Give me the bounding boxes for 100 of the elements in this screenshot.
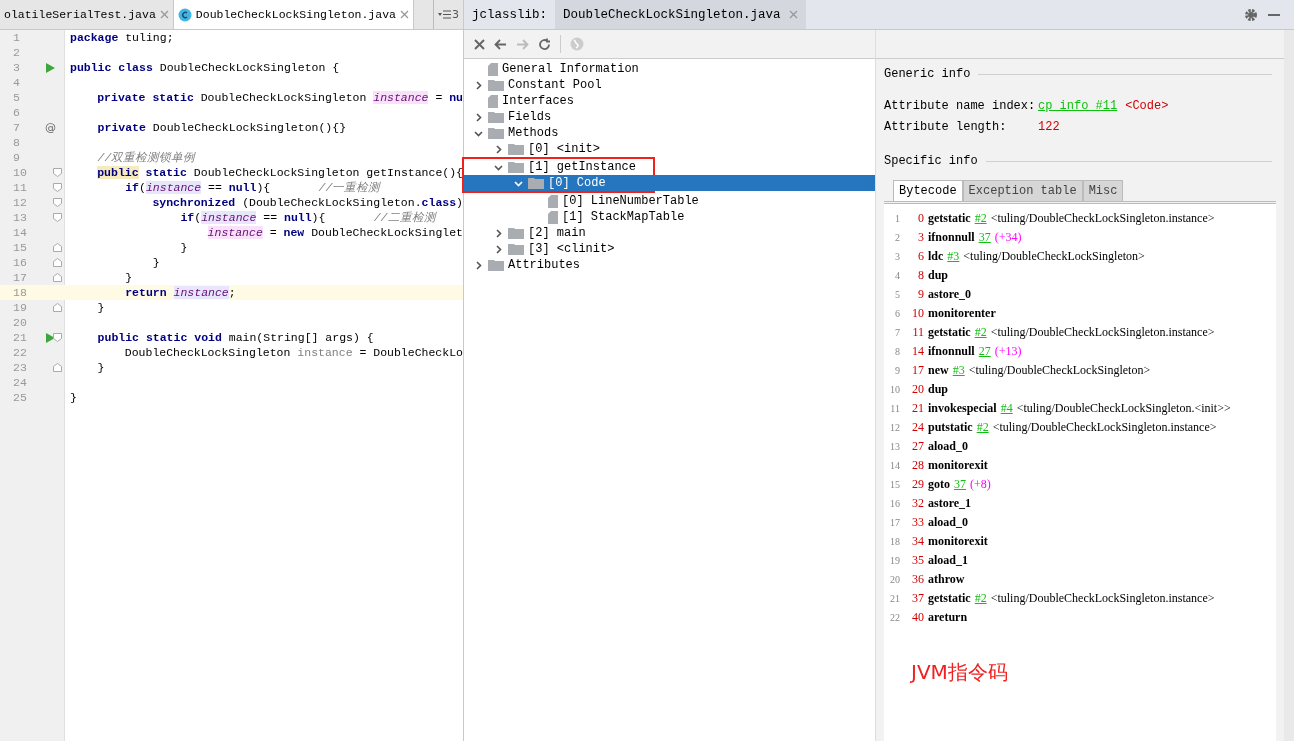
- opcode: monitorenter: [928, 306, 996, 321]
- opcode: getstatic: [928, 325, 971, 340]
- fold-close-icon[interactable]: [53, 303, 62, 312]
- line-number: 18: [889, 536, 900, 547]
- tree-item[interactable]: [1] getInstance: [464, 159, 653, 175]
- minimize-icon[interactable]: [1268, 13, 1280, 16]
- tree-item[interactable]: Attributes: [464, 257, 875, 273]
- run-icon[interactable]: [46, 62, 55, 73]
- chevron-down-icon[interactable]: [473, 128, 483, 138]
- opcode: new: [928, 363, 949, 378]
- line-number: 4: [894, 270, 900, 281]
- line-number: 11: [12, 180, 28, 195]
- list-icon: [438, 10, 451, 19]
- opcode: astore_1: [928, 496, 972, 511]
- tree-item[interactable]: [0] Code: [464, 175, 875, 191]
- chevron-right-icon[interactable]: [473, 260, 483, 270]
- folder-icon: [508, 243, 524, 255]
- forward-arrow-icon[interactable]: [516, 38, 529, 50]
- line-number: 10: [12, 165, 28, 180]
- close-icon[interactable]: [159, 10, 169, 19]
- folder-icon: [488, 111, 504, 123]
- tree-item[interactable]: [0] LineNumberTable: [464, 193, 875, 209]
- file-icon: [488, 62, 498, 76]
- line-number: 14: [889, 460, 900, 471]
- fold-open-icon[interactable]: [53, 183, 62, 192]
- globe-icon[interactable]: [570, 37, 584, 51]
- line-number: 7: [894, 327, 900, 338]
- bytecode-offset: 0: [917, 211, 924, 226]
- chevron-right-icon[interactable]: [493, 144, 503, 154]
- line-number: 8: [894, 346, 900, 357]
- bytecode-offset: 17: [911, 363, 924, 378]
- fold-close-icon[interactable]: [53, 243, 62, 252]
- folder-icon: [508, 143, 524, 155]
- tree-item[interactable]: Constant Pool: [464, 77, 875, 93]
- opcode: monitorexit: [928, 458, 988, 473]
- operand-comment: <tuling/DoubleCheckLockSingleton.<init>>: [1016, 401, 1231, 416]
- line-number: 19: [889, 555, 900, 566]
- chevron-right-icon[interactable]: [473, 80, 483, 90]
- line-number: 23: [12, 360, 28, 375]
- operand-comment: <tuling/DoubleCheckLockSingleton>: [968, 363, 1151, 378]
- fold-close-icon[interactable]: [53, 258, 62, 267]
- chevron-down-icon[interactable]: [513, 178, 523, 188]
- line-number: 11: [889, 403, 900, 414]
- close-icon[interactable]: [474, 38, 485, 50]
- editor-tab[interactable]: DoubleCheckLockSingleton.java: [173, 0, 414, 29]
- opcode: areturn: [928, 610, 968, 625]
- tree-item[interactable]: Methods: [464, 125, 875, 141]
- fold-open-icon[interactable]: [53, 333, 62, 342]
- operand-comment: <tuling/DoubleCheckLockSingleton.instance>: [992, 420, 1217, 435]
- attribute-value: <Code>: [1125, 99, 1169, 113]
- settings-icon[interactable]: [1244, 7, 1258, 22]
- run-icon[interactable]: [46, 332, 55, 343]
- tree-item[interactable]: [0] <init>: [464, 141, 875, 157]
- fold-open-icon[interactable]: [53, 213, 62, 222]
- opcode: ifnonnull: [928, 230, 975, 245]
- close-icon[interactable]: [399, 10, 409, 19]
- folder-icon: [528, 177, 544, 189]
- line-number: 2: [894, 232, 900, 243]
- tree-item[interactable]: [2] main: [464, 225, 875, 241]
- tree-item[interactable]: Interfaces: [464, 93, 875, 109]
- line-number: 12: [889, 422, 900, 433]
- chevron-down-icon[interactable]: [493, 162, 503, 172]
- tab-overflow-button[interactable]: 3: [433, 0, 463, 29]
- tree-item[interactable]: [3] <clinit>: [464, 241, 875, 257]
- tree-item[interactable]: Fields: [464, 109, 875, 125]
- line-number: 19: [12, 300, 28, 315]
- chevron-right-icon[interactable]: [493, 228, 503, 238]
- line-number: 6: [894, 308, 900, 319]
- bytecode-offset: 28: [911, 458, 924, 473]
- line-number: 10: [889, 384, 900, 395]
- section-title: Specific info: [884, 154, 978, 168]
- refresh-icon[interactable]: [538, 37, 551, 51]
- back-arrow-icon[interactable]: [494, 38, 507, 50]
- line-number: 21: [12, 330, 28, 345]
- fold-close-icon[interactable]: [53, 363, 62, 372]
- fold-open-icon[interactable]: [52, 198, 62, 207]
- line-number: 4: [12, 75, 21, 90]
- opcode: aload_0: [928, 515, 968, 530]
- bytecode-offset: 11: [911, 325, 924, 340]
- chevron-right-icon[interactable]: [473, 112, 483, 122]
- branch-offset: (+13): [994, 344, 1022, 359]
- fold-close-icon[interactable]: [53, 273, 62, 282]
- fold-open-icon[interactable]: [52, 168, 62, 177]
- chevron-right-icon[interactable]: [493, 244, 503, 254]
- tool-tab[interactable]: DoubleCheckLockSingleton.java: [555, 0, 806, 29]
- tree-item[interactable]: General Information: [464, 61, 875, 77]
- line-number: 9: [894, 365, 900, 376]
- code-line: if(instance == null){ //二重检测: [179, 210, 438, 225]
- code-line: private static DoubleCheckLockSingleton instance = nu: [96, 90, 463, 105]
- bytecode-offset: 36: [911, 572, 924, 587]
- bytecode-tab[interactable]: Misc: [1082, 180, 1124, 201]
- line-number: 8: [12, 135, 21, 150]
- bytecode-tab[interactable]: Exception table: [962, 180, 1083, 201]
- tree-item[interactable]: [1] StackMapTable: [464, 209, 875, 225]
- bytecode-tab[interactable]: Bytecode: [893, 180, 963, 201]
- section-title: Generic info: [884, 67, 971, 81]
- override-marker[interactable]: @: [45, 121, 56, 134]
- bytecode-offset: 3: [917, 230, 924, 245]
- line-number: 3: [12, 60, 21, 75]
- tool-tab[interactable]: jclasslib:: [464, 0, 555, 29]
